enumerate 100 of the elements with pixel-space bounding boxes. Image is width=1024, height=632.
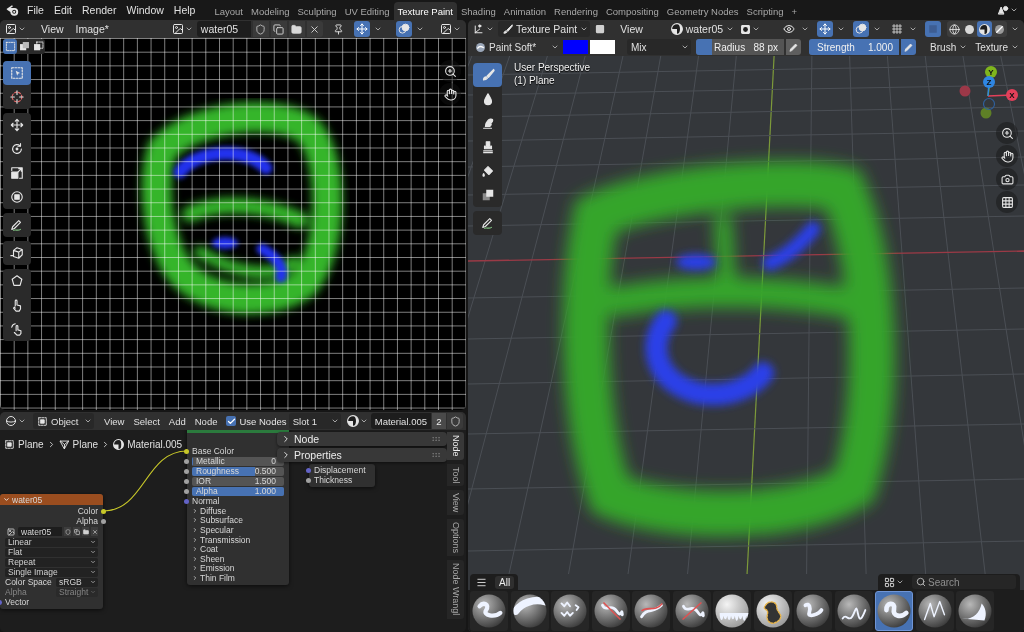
panel-toggle[interactable]: Transmission (192, 534, 251, 545)
workspace-tab[interactable]: Shading (456, 2, 500, 20)
sidebar-tab[interactable]: View (447, 490, 464, 516)
workspace-tab[interactable]: Compositing (601, 2, 663, 20)
value-slider[interactable]: Roughness 0.500 (192, 466, 284, 476)
menu-item[interactable]: Edit (48, 2, 77, 18)
panel-header[interactable]: Node (277, 432, 447, 446)
brush-thumbnail[interactable] (470, 591, 508, 631)
value-slider[interactable]: Radius 88 px (696, 39, 784, 55)
mode-dropdown[interactable]: Texture Paint (498, 21, 591, 37)
unlink-button[interactable] (91, 527, 98, 536)
menu-item[interactable]: Render (77, 2, 122, 18)
material-name-field[interactable]: Material.005 (370, 413, 431, 429)
brush-thumbnail[interactable] (510, 591, 549, 631)
color-swatch[interactable] (590, 40, 615, 54)
menu-item[interactable]: View (615, 21, 648, 37)
pressure-toggle[interactable] (786, 39, 801, 55)
brush-thumbnail[interactable] (591, 591, 630, 631)
number-field[interactable]: IOR 1.500 (192, 476, 284, 486)
fake-user-button[interactable] (447, 413, 463, 429)
browse-image-button[interactable] (5, 527, 16, 536)
socket-icon[interactable] (184, 488, 189, 494)
color-swatch[interactable] (563, 40, 588, 54)
pan-button[interactable] (439, 83, 461, 105)
user-count-field[interactable]: 2 (432, 413, 446, 429)
zoom-button[interactable] (439, 60, 461, 82)
node-dropdown[interactable]: Single Image (5, 567, 98, 577)
principled-bsdf-node[interactable]: Base Color Metallic 0 Roughness 0.500 IOR 1.500 Alpha 1.000 Normal Diffuse Subsurface Specular Transmission Coat Sheen Emission Thin Film (187, 430, 289, 585)
menu-item[interactable]: Window (121, 2, 169, 18)
workspace-tab[interactable]: Layout (210, 2, 247, 20)
toggle-button[interactable] (817, 21, 833, 37)
panel-toggle[interactable]: Coat (192, 544, 218, 554)
workspace-tab[interactable]: Sculpting (293, 2, 341, 20)
socket-icon[interactable] (101, 508, 106, 514)
value-slider[interactable]: Alpha 1.000 (192, 486, 284, 496)
socket-icon[interactable] (184, 478, 189, 484)
blend-mode-dropdown[interactable]: Mix (627, 39, 691, 55)
unlink-button[interactable] (306, 21, 323, 37)
duplicate-button[interactable] (73, 527, 80, 536)
socket-icon[interactable] (306, 477, 311, 483)
menu-item[interactable]: View (36, 21, 69, 37)
node-dropdown[interactable]: Linear (5, 537, 98, 547)
sidebar-tab[interactable]: Node Wrangl (447, 560, 464, 619)
fake-user-button[interactable] (64, 527, 71, 536)
menu-item[interactable]: View (100, 413, 129, 429)
node-dropdown[interactable]: sRGB (56, 577, 98, 587)
negative-axis-icon[interactable] (982, 97, 996, 111)
menu-item[interactable]: File (22, 2, 49, 18)
brush-thumbnail[interactable] (875, 591, 913, 631)
brush-thumbnail[interactable] (834, 591, 873, 631)
toggle-button[interactable] (853, 21, 869, 37)
socket-icon[interactable] (184, 468, 189, 474)
panel-header[interactable]: Properties (277, 448, 447, 462)
toggle-button[interactable] (354, 21, 370, 37)
value-slider[interactable]: Strength 1.000 (809, 39, 899, 55)
socket-icon[interactable] (184, 458, 189, 464)
workspace-tab[interactable]: Geometry Nodes (662, 2, 743, 20)
open-file-button[interactable] (288, 21, 305, 37)
menu-item[interactable]: Help (168, 2, 201, 18)
open-file-button[interactable] (82, 527, 89, 536)
perspective-toggle-button[interactable] (996, 191, 1018, 213)
texture-menu[interactable]: Texture (971, 39, 1021, 55)
workspace-tab[interactable]: Modeling (246, 2, 294, 20)
menu-item[interactable]: Image* (70, 21, 114, 37)
brush-thumbnail[interactable] (794, 591, 832, 631)
preset-dropdown[interactable]: Paint Soft* (471, 39, 561, 55)
panel-toggle[interactable]: Sheen (192, 553, 225, 564)
panel-toggle[interactable]: Thin Film (192, 573, 235, 583)
panel-toggle[interactable]: Subsurface (192, 515, 243, 526)
pressure-toggle[interactable] (901, 39, 916, 55)
shading-mode-button[interactable] (977, 21, 992, 37)
checkbox-label[interactable]: Use Nodes (239, 415, 287, 427)
zoom-button[interactable] (996, 122, 1018, 144)
panel-toggle[interactable]: Specular (192, 525, 234, 535)
negative-axis-icon[interactable] (980, 107, 992, 119)
menu-item[interactable]: Add (164, 413, 190, 429)
brush-thumbnail[interactable] (672, 591, 711, 631)
blender-logo-icon[interactable] (6, 4, 20, 16)
duplicate-button[interactable] (270, 21, 287, 37)
workspace-tab[interactable]: Texture Paint (393, 2, 457, 20)
toggle-button[interactable] (396, 21, 412, 37)
slot-dropdown[interactable]: Slot 1 (288, 413, 341, 429)
panel-toggle[interactable]: Emission (192, 563, 235, 574)
socket-icon[interactable] (184, 448, 189, 454)
menu-item[interactable]: Select (129, 413, 164, 429)
camera-view-button[interactable] (996, 168, 1018, 190)
axis-handle[interactable]: X (987, 89, 1018, 101)
fake-user-button[interactable] (252, 21, 269, 37)
sidebar-tab[interactable]: Options (447, 519, 464, 557)
value-slider[interactable]: Metallic 0 (192, 456, 284, 466)
brush-thumbnail[interactable] (915, 591, 954, 631)
node-dropdown[interactable]: Flat (5, 547, 98, 557)
socket-icon[interactable] (101, 518, 106, 524)
sidebar-tab[interactable]: Tool (447, 463, 464, 487)
material-output-node[interactable]: Displacement Thickness (309, 464, 375, 487)
workspace-tab[interactable]: Rendering (550, 2, 602, 20)
node-dropdown[interactable]: Repeat (5, 557, 98, 567)
brush-thumbnail[interactable] (753, 591, 792, 631)
menu-item[interactable]: Node (190, 413, 222, 429)
shading-mode-button[interactable] (947, 21, 962, 37)
